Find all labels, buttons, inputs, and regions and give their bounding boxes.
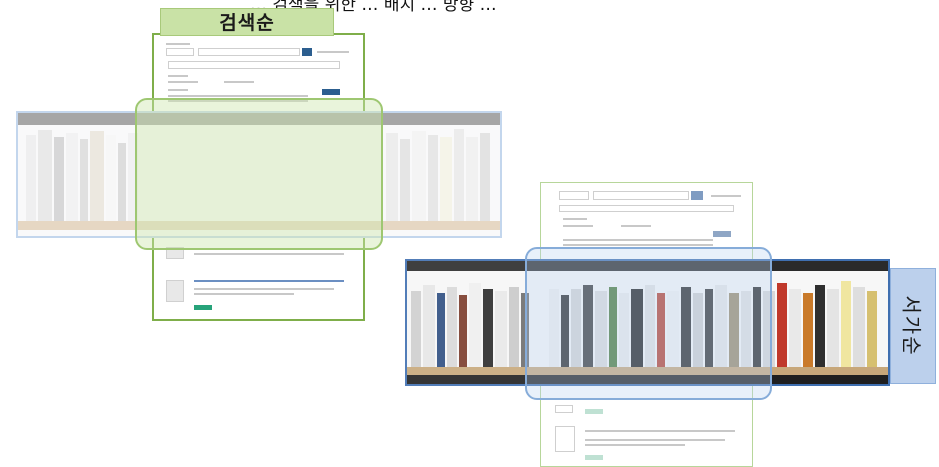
result-button <box>585 409 603 414</box>
page-left-filter-line <box>168 95 308 97</box>
result-meta <box>585 444 685 446</box>
page-right-filter-line <box>563 225 593 227</box>
shelf-order-label-text: 서가순 <box>899 295 924 357</box>
shelf-right-fade <box>405 259 525 386</box>
page-right-search-button <box>691 191 703 200</box>
page-left-filter-line <box>168 81 198 83</box>
result-cover <box>555 426 575 452</box>
page-left-query-box <box>168 61 340 69</box>
page-left-search-button <box>302 48 312 56</box>
page-left-filter-line <box>224 81 254 83</box>
page-right-filter-line <box>621 225 651 227</box>
result-button <box>194 305 212 310</box>
page-right-search-input <box>593 191 689 200</box>
page-left-search-input <box>198 48 300 56</box>
result-meta <box>585 439 725 441</box>
result-cover <box>555 405 573 413</box>
page-left-select <box>166 48 194 56</box>
search-order-label: 검색순 <box>160 8 334 36</box>
page-right-apply-button <box>713 231 731 237</box>
shelf-order-label: 서가순 <box>890 268 936 384</box>
page-left-apply-button <box>322 89 340 95</box>
result-meta <box>194 293 294 295</box>
result-title <box>194 280 344 282</box>
page-right-query-box <box>559 205 734 212</box>
page-right-select <box>559 191 589 200</box>
page-left-filter-line <box>168 89 188 91</box>
page-right-filter-line <box>563 244 713 246</box>
result-button <box>585 455 603 460</box>
shelf-order-highlight <box>525 247 772 400</box>
page-left-filter-line <box>168 75 188 77</box>
page-right-detail-link <box>711 195 741 197</box>
page-left-header-line <box>166 43 190 45</box>
search-order-highlight <box>135 98 383 250</box>
page-right-filter-line <box>563 239 713 241</box>
page-right-filter-line <box>563 218 587 220</box>
page-left-detail-link <box>317 51 349 53</box>
result-title <box>585 430 735 432</box>
result-cover <box>166 280 184 302</box>
result-meta <box>194 253 344 255</box>
result-meta <box>194 288 334 290</box>
